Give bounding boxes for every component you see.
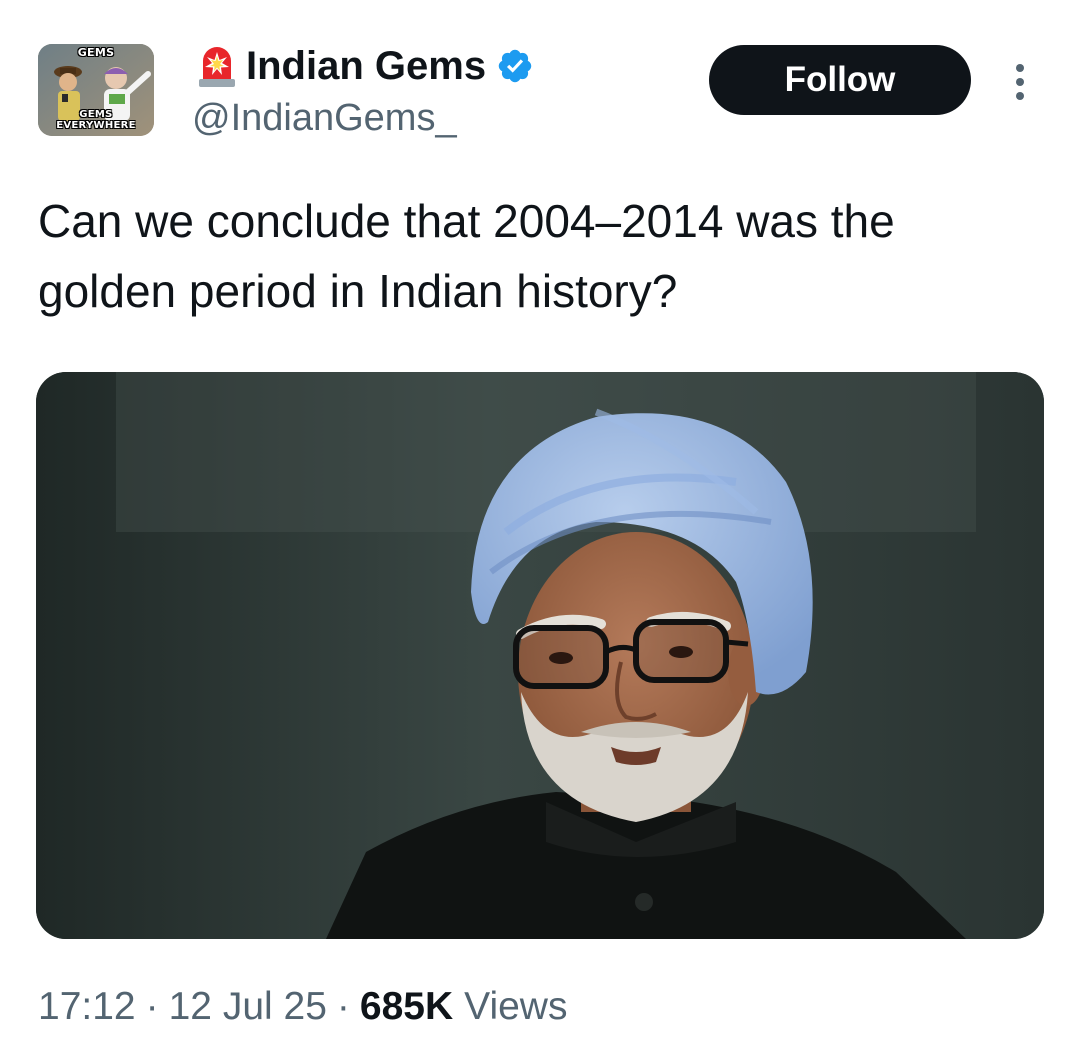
avatar-caption-top: GEMS (77, 46, 115, 59)
tweet-date[interactable]: 12 Jul 25 (169, 985, 327, 1029)
follow-button[interactable]: Follow (709, 45, 971, 115)
police-siren-icon (199, 47, 235, 87)
meta-separator: · (145, 985, 159, 1028)
views-label: Views (464, 985, 568, 1028)
author-handle[interactable]: @IndianGems_ (192, 97, 457, 140)
verified-badge-icon[interactable] (496, 47, 534, 85)
author-name-row[interactable]: Indian Gems (196, 42, 534, 90)
meta-separator: · (336, 985, 350, 1028)
display-name[interactable]: Indian Gems (246, 44, 486, 89)
avatar-caption-bottom: GEMS EVERYWHERE (56, 109, 136, 131)
tweet-time[interactable]: 17:12 (38, 985, 136, 1029)
tweet-photo[interactable] (36, 372, 1044, 939)
views-count: 685K (359, 985, 454, 1028)
more-options-icon[interactable] (1008, 60, 1032, 104)
avatar[interactable]: GEMS GEMS EVERYWHERE (38, 44, 154, 136)
tweet-text: Can we conclude that 2004–2014 was the g… (38, 195, 895, 317)
tweet-meta: 17:12 · 12 Jul 25 · 685K Views (38, 985, 567, 1029)
portrait-photo (36, 372, 1044, 939)
